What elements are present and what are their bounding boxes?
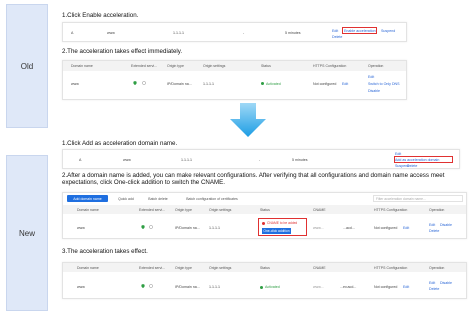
add-acceleration-domain-highlight xyxy=(394,156,453,163)
batch-delete-button[interactable]: Batch delete xyxy=(145,195,171,202)
domain-name-cell: www xyxy=(77,226,85,230)
search-input[interactable]: Filter acceleration domain name... xyxy=(373,195,463,202)
dns-record-row-new: A www 1.1.1.1 - 5 minutes Edit Add as ac… xyxy=(62,149,460,169)
arrow-down-icon xyxy=(230,103,266,137)
globe-icon xyxy=(149,225,153,229)
old-label: Old xyxy=(6,4,48,128)
step-add-acceleration-domain: 1.Click Add as acceleration domain name. xyxy=(62,140,178,147)
https-edit-link[interactable]: Edit xyxy=(342,82,348,86)
new-label: New xyxy=(6,155,48,311)
step-acceleration-effective: 3.The acceleration takes effect. xyxy=(62,248,148,255)
disable-link[interactable]: Disable xyxy=(440,281,452,285)
domain-table-config: Add domain name Quick add Batch delete B… xyxy=(62,192,467,239)
edit-link[interactable]: Edit xyxy=(368,75,374,79)
globe-icon xyxy=(142,81,146,85)
cname-cell: www... xyxy=(313,285,324,289)
edit-link[interactable]: Edit xyxy=(429,223,435,227)
status-badge: Activated xyxy=(265,285,280,289)
status-dot-icon xyxy=(261,82,264,85)
cname-cell: www... xyxy=(313,226,324,230)
domain-name-cell: www xyxy=(71,82,79,86)
warning-icon xyxy=(262,221,265,225)
step-enable-acceleration: 1.Click Enable acceleration. xyxy=(62,12,139,19)
status-badge: Activated xyxy=(266,81,281,86)
status-dot-icon xyxy=(260,285,263,289)
domain-table-final: Domain name Extended servi... Origin typ… xyxy=(62,262,467,299)
disable-link[interactable]: Disable xyxy=(440,223,452,227)
https-edit-link[interactable]: Edit xyxy=(403,285,409,289)
edit-link[interactable]: Edit xyxy=(332,29,338,33)
delete-link[interactable]: Delete xyxy=(407,164,417,168)
step-configure-and-switch-cname: 2.After a domain name is added, you can … xyxy=(62,172,445,187)
delete-link[interactable]: Delete xyxy=(332,35,342,39)
batch-certificate-button[interactable]: Batch configuration of certificates xyxy=(180,195,244,202)
delete-link[interactable]: Delete xyxy=(429,287,439,291)
edit-link[interactable]: Edit xyxy=(429,281,435,285)
dns-record-row-old: A www 1.1.1.1 - 5 minutes Edit Enable ac… xyxy=(62,22,407,42)
shield-icon xyxy=(141,284,145,288)
enable-acceleration-highlight xyxy=(342,27,377,34)
delete-link[interactable]: Delete xyxy=(429,229,439,233)
add-domain-name-button[interactable]: Add domain name xyxy=(67,195,108,202)
switch-to-only-dns-link[interactable]: Switch to Only DNS xyxy=(368,82,400,86)
cname-status: CNAME to be added xyxy=(267,221,298,225)
globe-icon xyxy=(149,284,153,288)
one-click-addition-button[interactable]: One-click addition xyxy=(262,228,291,234)
https-edit-link[interactable]: Edit xyxy=(403,226,409,230)
shield-icon xyxy=(133,81,137,85)
shield-icon xyxy=(141,225,145,229)
disable-link[interactable]: Disable xyxy=(368,89,380,93)
domain-table-old: Domain name Extended servi... Origin typ… xyxy=(62,60,407,100)
step-takes-effect: 2.The acceleration takes effect immediat… xyxy=(62,48,183,55)
quick-add-button[interactable]: Quick add xyxy=(115,195,137,202)
suspend-link[interactable]: Suspend xyxy=(381,29,395,33)
domain-name-cell: www xyxy=(77,285,85,289)
